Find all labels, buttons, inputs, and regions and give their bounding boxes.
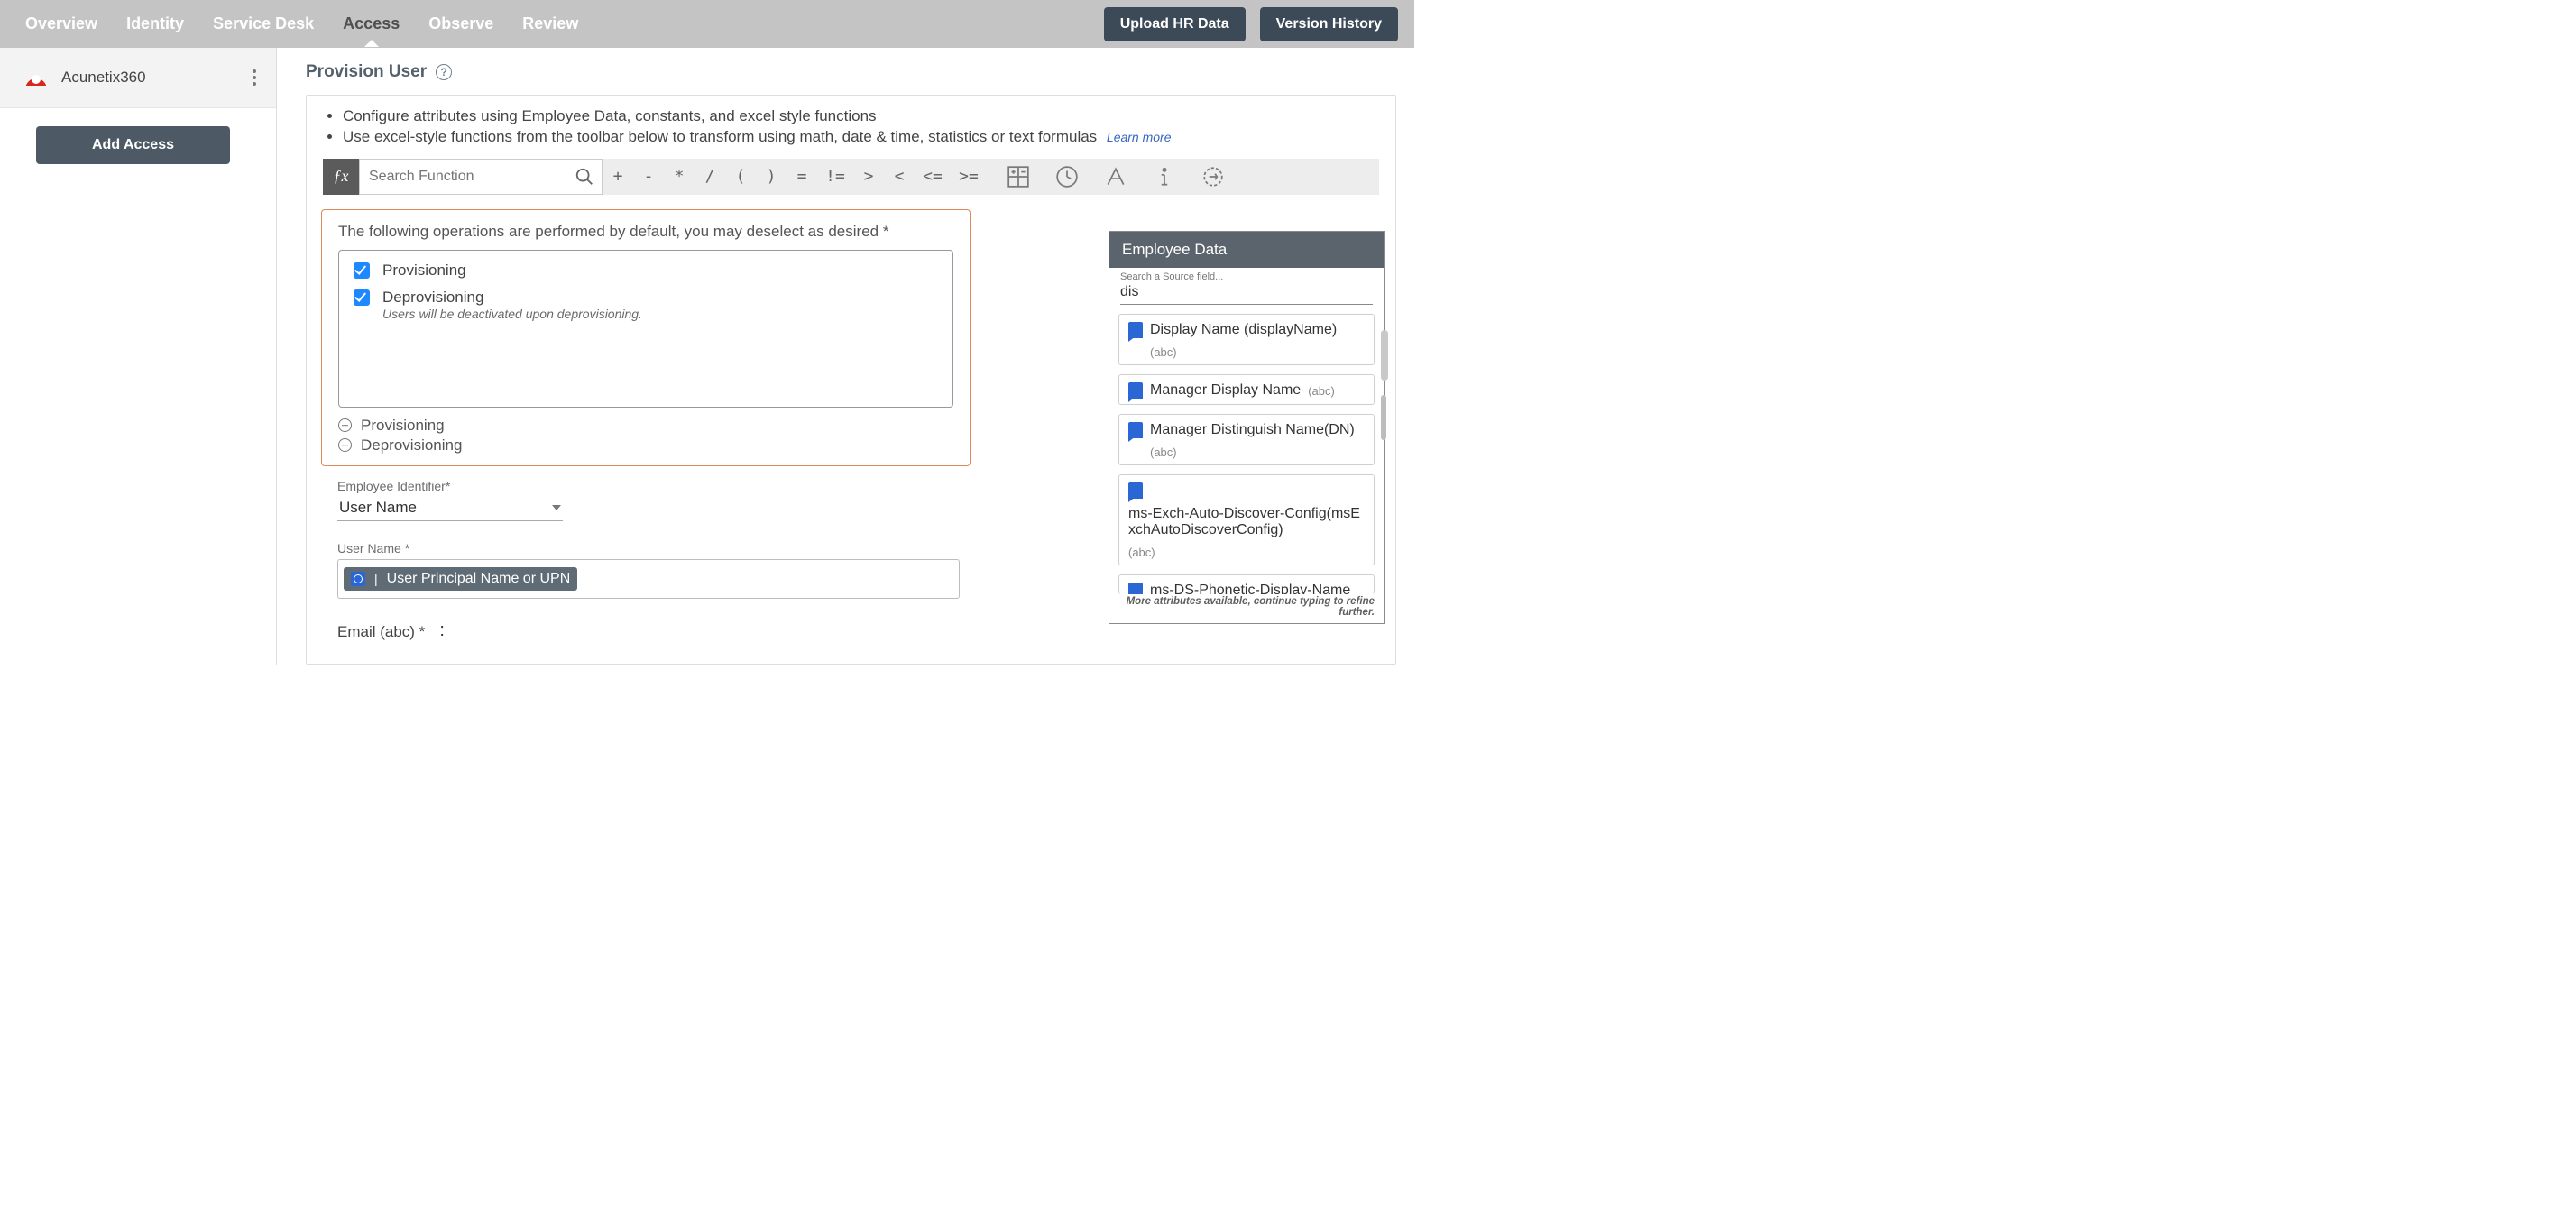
op-minus[interactable]: - bbox=[633, 167, 664, 186]
left-sidebar: Acunetix360 Add Access bbox=[0, 48, 277, 665]
provisioning-checkbox[interactable] bbox=[354, 262, 370, 279]
op-multiply[interactable]: * bbox=[664, 167, 695, 186]
employee-identifier-label: Employee Identifier* bbox=[337, 479, 842, 493]
attribute-icon bbox=[1128, 382, 1143, 399]
emp-search-label: Search a Source field... bbox=[1120, 271, 1373, 282]
tab-access[interactable]: Access bbox=[343, 2, 400, 46]
op-lte[interactable]: <= bbox=[915, 167, 951, 186]
emp-attr-exch-autodiscover[interactable]: ms-Exch-Auto-Discover-Config(msExchAutoD… bbox=[1118, 474, 1375, 565]
info-icon[interactable] bbox=[1153, 165, 1176, 188]
intro-line-1: Configure attributes using Employee Data… bbox=[343, 106, 1374, 127]
op-eq[interactable]: = bbox=[787, 167, 817, 186]
op-neq[interactable]: != bbox=[817, 167, 853, 186]
op-gte[interactable]: >= bbox=[951, 167, 987, 186]
emp-footer-hint: More attributes available, continue typi… bbox=[1109, 594, 1384, 623]
emp-search-input[interactable] bbox=[1120, 282, 1373, 305]
function-search-input[interactable] bbox=[360, 169, 575, 185]
operations-caption: The following operations are performed b… bbox=[338, 223, 953, 241]
panel-scrollbar[interactable] bbox=[1381, 330, 1388, 381]
attribute-icon bbox=[1128, 583, 1143, 594]
upload-hr-data-button[interactable]: Upload HR Data bbox=[1104, 7, 1246, 41]
attribute-icon bbox=[351, 572, 365, 586]
tab-identity[interactable]: Identity bbox=[126, 2, 184, 46]
op-plus[interactable]: + bbox=[603, 167, 633, 186]
minus-icon bbox=[338, 418, 352, 432]
chevron-down-icon bbox=[552, 505, 561, 510]
operations-box: Provisioning Deprovisioning Users will b… bbox=[338, 250, 953, 408]
acunetix-logo-icon bbox=[23, 69, 49, 86]
emp-attr-manager-display-name[interactable]: Manager Display Name (abc) bbox=[1118, 374, 1375, 405]
add-access-button[interactable]: Add Access bbox=[36, 126, 230, 164]
emp-attr-manager-dn[interactable]: Manager Distinguish Name(DN) (abc) bbox=[1118, 414, 1375, 465]
app-menu-kebab-icon[interactable] bbox=[245, 64, 260, 91]
text-icon[interactable] bbox=[1104, 165, 1127, 188]
intro-line-2: Use excel-style functions from the toolb… bbox=[343, 127, 1374, 148]
clock-icon[interactable] bbox=[1055, 165, 1079, 188]
deprovisioning-label: Deprovisioning bbox=[382, 289, 483, 307]
minus-icon bbox=[338, 438, 352, 452]
employee-identifier-value: User Name bbox=[339, 499, 417, 517]
email-label: Email (abc) * bbox=[337, 623, 425, 641]
op-gt[interactable]: > bbox=[853, 167, 884, 186]
employee-identifier-field: Employee Identifier* User Name bbox=[337, 479, 842, 521]
deprovisioning-checkbox[interactable] bbox=[354, 289, 370, 306]
top-navbar: Overview Identity Service Desk Access Ob… bbox=[0, 0, 1414, 48]
employee-data-panel: Employee Data Search a Source field... D… bbox=[1109, 231, 1385, 624]
tab-service-desk[interactable]: Service Desk bbox=[213, 2, 314, 46]
employee-data-title: Employee Data bbox=[1109, 232, 1384, 268]
emp-attr-display-name[interactable]: Display Name (displayName) (abc) bbox=[1118, 314, 1375, 365]
email-colon: : bbox=[439, 620, 445, 643]
emp-attribute-list: Display Name (displayName) (abc) Manager… bbox=[1109, 305, 1384, 594]
operations-section: The following operations are performed b… bbox=[321, 209, 971, 466]
attribute-icon bbox=[1128, 322, 1143, 338]
user-name-field: User Name * | User Principal Name or UPN bbox=[337, 541, 842, 599]
learn-more-link[interactable]: Learn more bbox=[1107, 130, 1172, 144]
page-title: Provision User bbox=[306, 62, 427, 82]
deprovisioning-note: Users will be deactivated upon deprovisi… bbox=[382, 307, 938, 321]
email-field: Email (abc) * : bbox=[337, 620, 842, 643]
upn-chip-label: User Principal Name or UPN bbox=[387, 571, 571, 587]
function-toolbar: ƒx + - * / ( ) = != > < <= >= bbox=[323, 159, 1379, 195]
emp-scrollbar[interactable] bbox=[1381, 395, 1386, 440]
emp-attr-phonetic-display-name[interactable]: ms-DS-Phonetic-Display-Name bbox=[1118, 574, 1375, 594]
convert-icon[interactable] bbox=[1201, 165, 1225, 188]
function-search-wrap bbox=[359, 159, 603, 195]
app-name-label: Acunetix360 bbox=[61, 69, 233, 87]
version-history-button[interactable]: Version History bbox=[1260, 7, 1398, 41]
app-row[interactable]: Acunetix360 bbox=[0, 48, 276, 108]
attribute-icon bbox=[1128, 482, 1143, 499]
tab-review[interactable]: Review bbox=[522, 2, 578, 46]
intro-list: Configure attributes using Employee Data… bbox=[307, 106, 1395, 155]
help-icon[interactable]: ? bbox=[436, 64, 452, 80]
attribute-icon bbox=[1128, 422, 1143, 438]
provisioning-label: Provisioning bbox=[382, 262, 466, 280]
op-lt[interactable]: < bbox=[884, 167, 915, 186]
upn-chip[interactable]: | User Principal Name or UPN bbox=[344, 567, 577, 591]
deprovisioning-remove-row[interactable]: Deprovisioning bbox=[338, 436, 953, 454]
tab-overview[interactable]: Overview bbox=[25, 2, 97, 46]
user-name-label: User Name * bbox=[337, 541, 842, 556]
op-lparen[interactable]: ( bbox=[725, 167, 756, 186]
user-name-input[interactable]: | User Principal Name or UPN bbox=[337, 559, 960, 599]
top-buttons: Upload HR Data Version History bbox=[1104, 7, 1398, 41]
toolbar-icons bbox=[987, 159, 1225, 195]
tab-observe[interactable]: Observe bbox=[428, 2, 493, 46]
operator-buttons: + - * / ( ) = != > < <= >= bbox=[603, 159, 987, 195]
provisioning-remove-row[interactable]: Provisioning bbox=[338, 417, 953, 435]
fx-icon[interactable]: ƒx bbox=[323, 159, 359, 195]
op-rparen[interactable]: ) bbox=[756, 167, 787, 186]
employee-identifier-select[interactable]: User Name bbox=[337, 495, 563, 521]
content-panel: Configure attributes using Employee Data… bbox=[306, 95, 1396, 665]
math-icon[interactable] bbox=[1007, 165, 1030, 188]
search-icon[interactable] bbox=[575, 167, 594, 187]
main-content: Provision User ? Configure attributes us… bbox=[277, 48, 1414, 665]
op-divide[interactable]: / bbox=[695, 167, 725, 186]
nav-tabs: Overview Identity Service Desk Access Ob… bbox=[25, 2, 1075, 46]
